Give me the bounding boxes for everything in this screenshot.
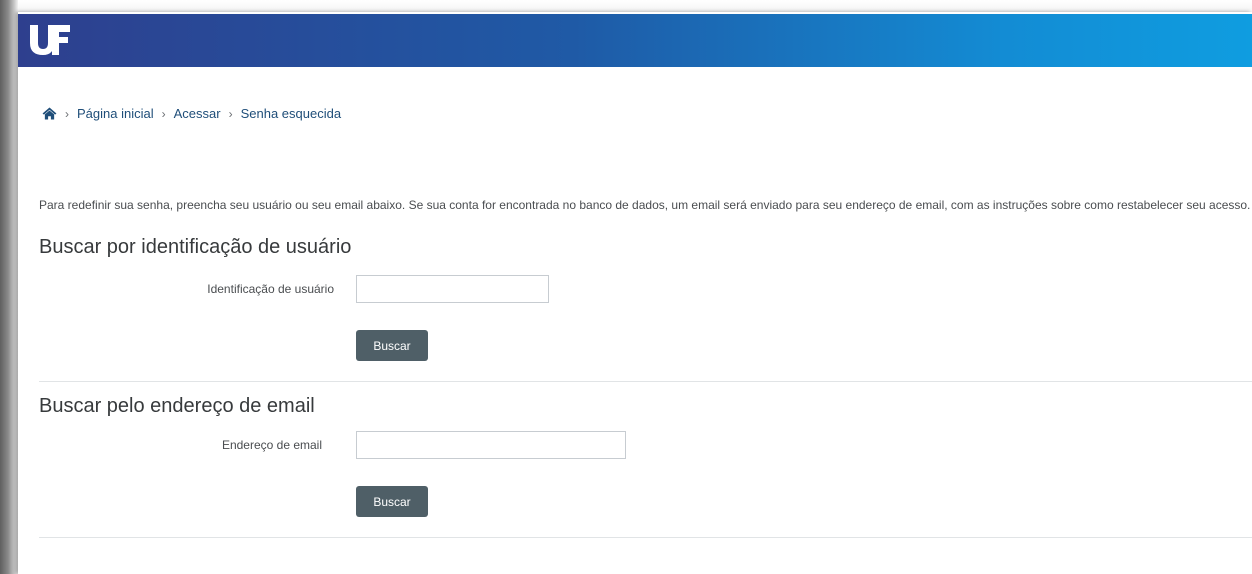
uf-logo[interactable] <box>28 23 72 57</box>
breadcrumb: › Página inicial › Acessar › Senha esque… <box>42 106 341 121</box>
section-divider <box>39 537 1252 538</box>
home-icon[interactable] <box>42 107 57 120</box>
search-username-button[interactable]: Buscar <box>356 330 428 361</box>
username-section-heading: Buscar por identificação de usuário <box>39 236 352 258</box>
email-input[interactable] <box>356 431 626 459</box>
breadcrumb-login-link[interactable]: Acessar <box>174 106 221 121</box>
page: › Página inicial › Acessar › Senha esque… <box>18 12 1252 574</box>
breadcrumb-separator: › <box>161 106 166 121</box>
breadcrumb-current-page[interactable]: Senha esquecida <box>241 106 341 121</box>
section-divider <box>39 381 1252 382</box>
breadcrumb-separator: › <box>65 106 69 121</box>
email-section-heading: Buscar pelo endereço de email <box>39 395 315 417</box>
intro-text: Para redefinir sua senha, preencha seu u… <box>39 198 1251 212</box>
left-shadow <box>0 0 18 574</box>
site-header <box>18 14 1252 67</box>
email-field-label: Endereço de email <box>221 438 322 452</box>
username-field-label: Identificação de usuário <box>207 282 334 296</box>
search-email-button[interactable]: Buscar <box>356 486 428 517</box>
breadcrumb-home-link[interactable]: Página inicial <box>77 106 154 121</box>
screenshot-frame: › Página inicial › Acessar › Senha esque… <box>0 0 1252 574</box>
breadcrumb-separator: › <box>228 106 233 121</box>
username-input[interactable] <box>356 275 549 303</box>
